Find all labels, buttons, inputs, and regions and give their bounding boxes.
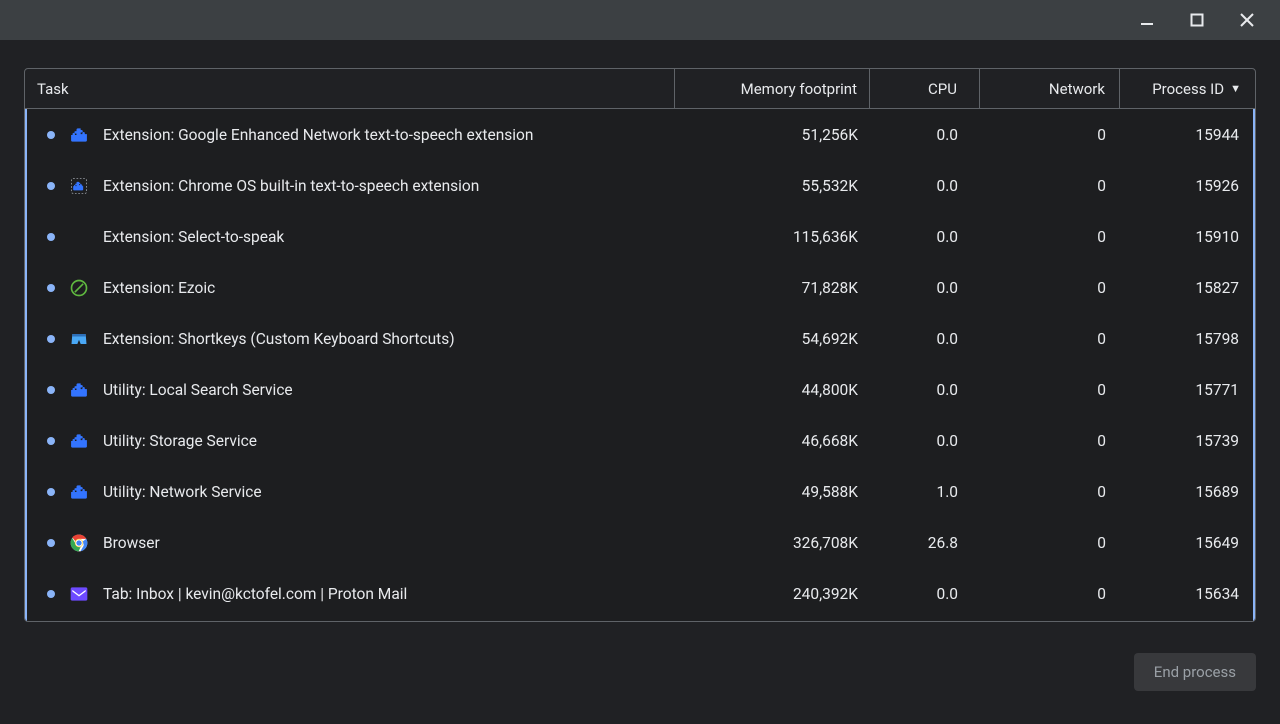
minimize-icon — [1139, 12, 1155, 28]
table-row[interactable]: Extension: Shortkeys (Custom Keyboard Sh… — [27, 313, 1253, 364]
cpu-cell: 1.0 — [870, 483, 980, 501]
puzzle-blue-icon — [69, 380, 89, 400]
ezoic-icon — [69, 278, 89, 298]
memory-cell: 49,588K — [675, 483, 870, 501]
pid-cell: 15827 — [1120, 279, 1253, 297]
selection-bullet — [47, 590, 55, 598]
selection-bullet — [47, 488, 55, 496]
memory-cell: 44,800K — [675, 381, 870, 399]
col-header-memory[interactable]: Memory footprint — [675, 69, 870, 108]
memory-cell: 51,256K — [675, 126, 870, 144]
proton-icon — [69, 584, 89, 604]
none-icon — [69, 227, 89, 247]
pid-cell: 15739 — [1120, 432, 1253, 450]
task-name: Browser — [103, 534, 160, 552]
col-header-cpu[interactable]: CPU — [870, 69, 980, 108]
task-name: Utility: Storage Service — [103, 432, 257, 450]
table-row[interactable]: Utility: Storage Service 46,668K0.0015739 — [27, 415, 1253, 466]
close-icon — [1239, 12, 1255, 28]
pid-cell: 15689 — [1120, 483, 1253, 501]
cpu-cell: 0.0 — [870, 228, 980, 246]
table-row[interactable]: Tab: Inbox | kevin@kctofel.com | Proton … — [27, 568, 1253, 619]
selection-bullet — [47, 437, 55, 445]
task-name: Extension: Google Enhanced Network text-… — [103, 126, 533, 144]
pid-cell: 15771 — [1120, 381, 1253, 399]
selection-bullet — [47, 233, 55, 241]
table-row[interactable]: Utility: Network Service 49,588K1.0015689 — [27, 466, 1253, 517]
memory-cell: 46,668K — [675, 432, 870, 450]
col-header-network[interactable]: Network — [980, 69, 1120, 108]
memory-cell: 326,708K — [675, 534, 870, 552]
network-cell: 0 — [980, 483, 1120, 501]
memory-cell: 54,692K — [675, 330, 870, 348]
pid-cell: 15798 — [1120, 330, 1253, 348]
task-name: Extension: Shortkeys (Custom Keyboard Sh… — [103, 330, 455, 348]
task-name: Extension: Select-to-speak — [103, 228, 284, 246]
puzzle-dotted-icon — [69, 176, 89, 196]
table-row[interactable]: Extension: Ezoic 71,828K0.0015827 — [27, 262, 1253, 313]
cpu-cell: 0.0 — [870, 432, 980, 450]
network-cell: 0 — [980, 381, 1120, 399]
memory-cell: 55,532K — [675, 177, 870, 195]
memory-cell: 240,392K — [675, 585, 870, 603]
network-cell: 0 — [980, 432, 1120, 450]
cpu-cell: 0.0 — [870, 126, 980, 144]
selection-bullet — [47, 386, 55, 394]
memory-cell: 115,636K — [675, 228, 870, 246]
table-body[interactable]: Extension: Google Enhanced Network text-… — [25, 109, 1255, 622]
cpu-cell: 0.0 — [870, 330, 980, 348]
task-name: Tab: Inbox | kevin@kctofel.com | Proton … — [103, 585, 407, 603]
pid-cell: 15944 — [1120, 126, 1253, 144]
cpu-cell: 0.0 — [870, 585, 980, 603]
sort-descending-icon: ▼ — [1230, 82, 1241, 95]
selection-bullet — [47, 182, 55, 190]
memory-cell: 71,828K — [675, 279, 870, 297]
task-table: Task Memory footprint CPU Network Proces… — [24, 68, 1256, 622]
task-name: Utility: Local Search Service — [103, 381, 293, 399]
puzzle-blue-icon — [69, 482, 89, 502]
pid-cell: 15926 — [1120, 177, 1253, 195]
puzzle-blue-icon — [69, 125, 89, 145]
shorts-icon — [69, 329, 89, 349]
chrome-icon — [69, 533, 89, 553]
table-row[interactable]: Browser 326,708K26.8015649 — [27, 517, 1253, 568]
network-cell: 0 — [980, 279, 1120, 297]
cpu-cell: 26.8 — [870, 534, 980, 552]
task-name: Extension: Chrome OS built-in text-to-sp… — [103, 177, 479, 195]
table-row[interactable]: Extension: Select-to-speak 115,636K0.0015… — [27, 211, 1253, 262]
network-cell: 0 — [980, 585, 1120, 603]
network-cell: 0 — [980, 177, 1120, 195]
close-button[interactable] — [1224, 4, 1270, 36]
selection-bullet — [47, 539, 55, 547]
puzzle-blue-icon — [69, 431, 89, 451]
pid-cell: 15634 — [1120, 585, 1253, 603]
selection-bullet — [47, 284, 55, 292]
maximize-icon — [1190, 13, 1204, 27]
cpu-cell: 0.0 — [870, 381, 980, 399]
task-name: Utility: Network Service — [103, 483, 262, 501]
cpu-cell: 0.0 — [870, 177, 980, 195]
minimize-button[interactable] — [1124, 4, 1170, 36]
task-name: Extension: Ezoic — [103, 279, 215, 297]
network-cell: 0 — [980, 330, 1120, 348]
network-cell: 0 — [980, 126, 1120, 144]
cpu-cell: 0.0 — [870, 279, 980, 297]
col-header-task[interactable]: Task — [25, 69, 675, 108]
network-cell: 0 — [980, 228, 1120, 246]
table-row[interactable]: Utility: Local Search Service 44,800K0.00… — [27, 364, 1253, 415]
end-process-button[interactable]: End process — [1134, 653, 1256, 691]
table-row[interactable]: Extension: Google Enhanced Network text-… — [27, 109, 1253, 160]
network-cell: 0 — [980, 534, 1120, 552]
pid-cell: 15649 — [1120, 534, 1253, 552]
maximize-button[interactable] — [1174, 4, 1220, 36]
table-row[interactable]: Extension: Chrome OS built-in text-to-sp… — [27, 160, 1253, 211]
selection-bullet — [47, 131, 55, 139]
table-header: Task Memory footprint CPU Network Proces… — [25, 69, 1255, 109]
titlebar — [0, 0, 1280, 40]
selection-bullet — [47, 335, 55, 343]
col-header-pid[interactable]: Process ID ▼ — [1120, 69, 1255, 108]
pid-cell: 15910 — [1120, 228, 1253, 246]
